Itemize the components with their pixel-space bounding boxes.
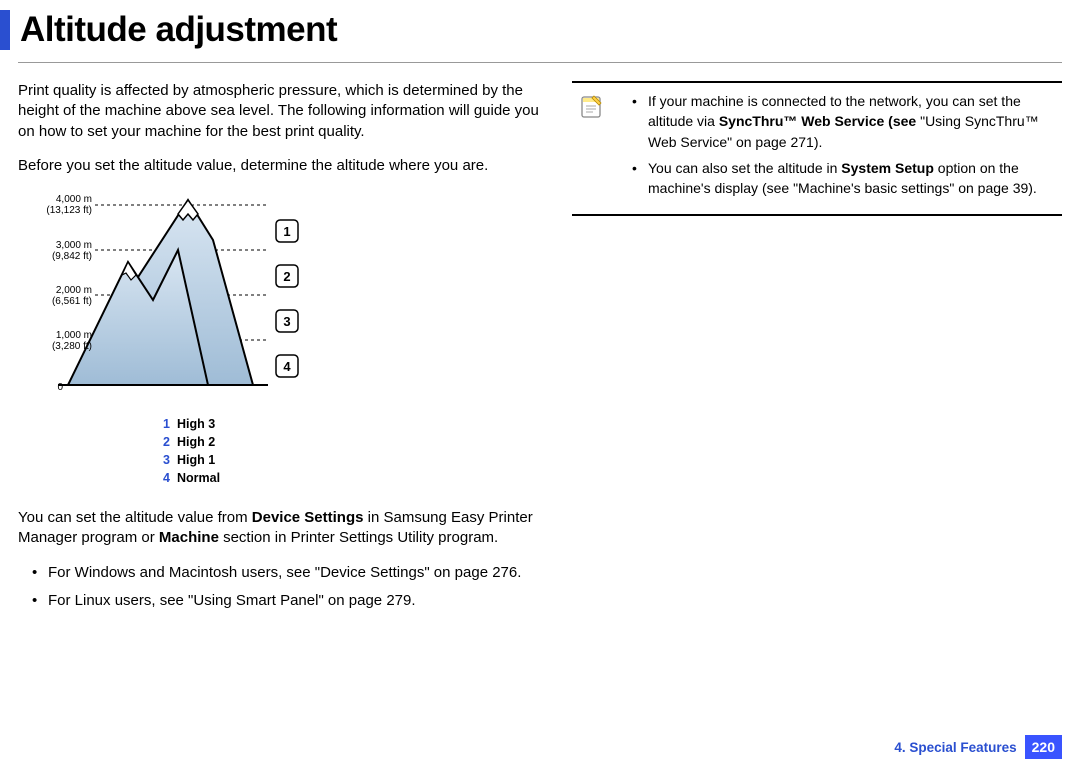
page-footer: 4. Special Features 220	[894, 735, 1062, 759]
mountain-svg: 4,000 m (13,123 ft) 3,000 m (9,842 ft) 2…	[18, 190, 318, 400]
diagram-legend: 1High 3 2High 2 3High 1 4Normal	[163, 415, 540, 488]
intro-paragraph-2: Before you set the altitude value, deter…	[18, 156, 540, 176]
svg-text:0: 0	[57, 382, 63, 393]
content-columns: Print quality is affected by atmospheric…	[0, 81, 1080, 618]
note-icon	[578, 93, 606, 121]
svg-text:4,000 m: 4,000 m	[56, 194, 92, 205]
page-number: 220	[1025, 735, 1062, 759]
zone-marker-3: 3	[276, 310, 298, 332]
svg-text:(3,280 ft): (3,280 ft)	[52, 341, 92, 352]
left-column: Print quality is affected by atmospheric…	[18, 81, 540, 618]
chapter-label: 4. Special Features	[894, 740, 1016, 755]
os-bullets: For Windows and Macintosh users, see "De…	[18, 562, 540, 612]
svg-text:3,000 m: 3,000 m	[56, 240, 92, 251]
svg-text:1,000 m: 1,000 m	[56, 330, 92, 341]
page-header: Altitude adjustment	[0, 10, 1080, 50]
note-system-setup: You can also set the altitude in System …	[632, 158, 1056, 199]
page-title: Altitude adjustment	[20, 10, 1080, 50]
bullet-linux: For Linux users, see "Using Smart Panel"…	[32, 590, 540, 612]
svg-text:4: 4	[283, 359, 291, 374]
zone-marker-4: 4	[276, 355, 298, 377]
note-box: If your machine is connected to the netw…	[572, 81, 1062, 216]
right-column: If your machine is connected to the netw…	[572, 81, 1062, 618]
svg-text:1: 1	[283, 224, 290, 239]
svg-text:2: 2	[283, 269, 290, 284]
header-rule	[18, 62, 1062, 63]
setting-paragraph: You can set the altitude value from Devi…	[18, 508, 540, 549]
svg-text:(13,123 ft): (13,123 ft)	[46, 205, 92, 216]
svg-text:(9,842 ft): (9,842 ft)	[52, 251, 92, 262]
zone-marker-1: 1	[276, 220, 298, 242]
bullet-windows-mac: For Windows and Macintosh users, see "De…	[32, 562, 540, 584]
svg-text:(6,561 ft): (6,561 ft)	[52, 296, 92, 307]
altitude-diagram: 4,000 m (13,123 ft) 3,000 m (9,842 ft) 2…	[18, 190, 540, 405]
note-syncthru: If your machine is connected to the netw…	[632, 91, 1056, 152]
zone-marker-2: 2	[276, 265, 298, 287]
svg-text:3: 3	[283, 314, 290, 329]
intro-paragraph-1: Print quality is affected by atmospheric…	[18, 81, 540, 142]
svg-text:2,000 m: 2,000 m	[56, 285, 92, 296]
note-bullets: If your machine is connected to the netw…	[618, 91, 1056, 204]
